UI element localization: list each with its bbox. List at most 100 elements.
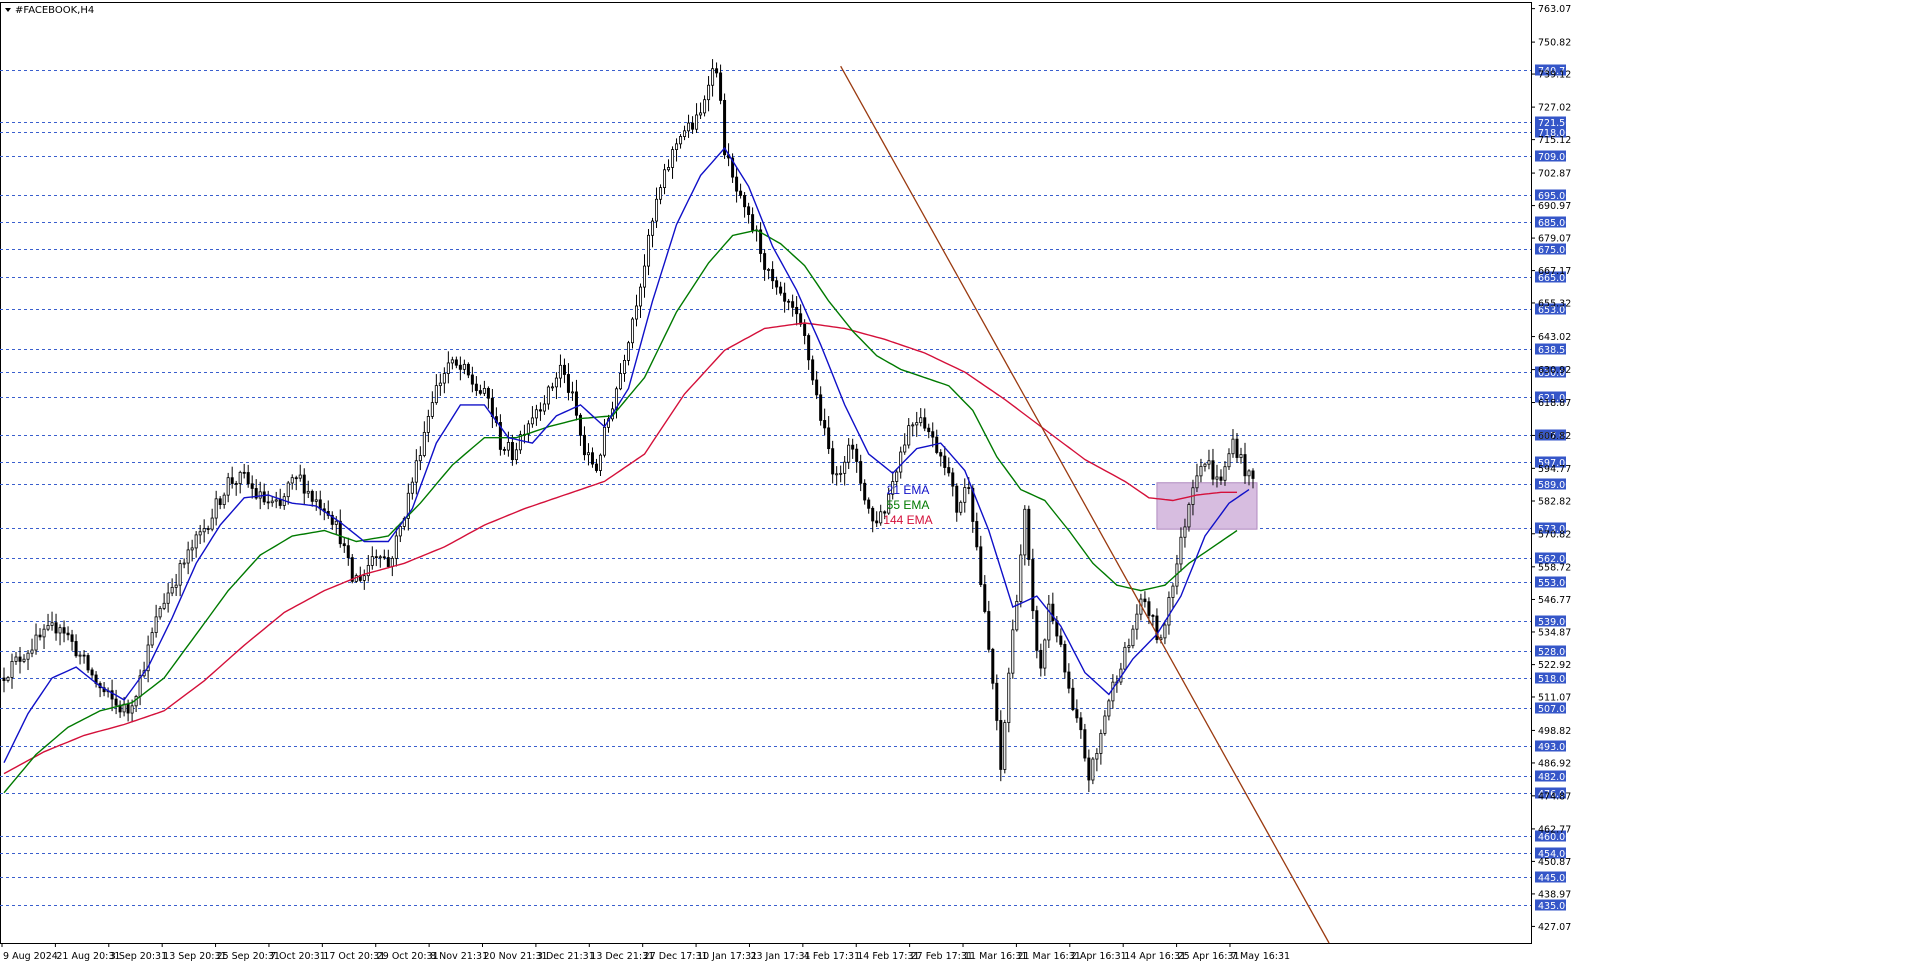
candle-body [470,374,474,385]
candle-body [931,431,935,438]
candle-body [815,379,819,396]
candle-body [1251,470,1255,479]
candle[interactable] [1003,719,1007,774]
plot-frame [0,2,1532,944]
candle-body [278,499,282,506]
candle-body [1075,709,1079,719]
level-label: 638.50 [1538,345,1571,356]
y-tick-label: 702.87 [1538,169,1571,180]
candle-body [1091,758,1095,781]
candle-body [306,490,310,494]
candle-body [198,531,202,536]
candle-body [823,420,827,429]
candle[interactable] [1187,502,1191,532]
candle-body [462,363,466,370]
candle-body [899,451,903,473]
candle-body [871,507,875,522]
candle-body [238,471,242,485]
candle-body [426,416,430,433]
candle-body [618,373,622,390]
candle-body [831,448,835,475]
level-label: 675.00 [1538,245,1571,256]
candle-body [639,286,643,307]
candle-body [246,472,250,485]
candle-body [222,494,226,505]
level-label: 685.00 [1538,218,1571,229]
candle-body [46,625,50,630]
candle-body [763,253,767,270]
candle-body [186,549,190,564]
x-tick-label: 8 Nov 21:31 [430,951,488,962]
candle[interactable] [1091,757,1095,785]
candle-body [1171,585,1175,598]
candle-body [626,342,631,361]
symbol-header: #FACEBOOK,H4 [5,5,94,16]
candle-body [230,477,234,484]
candle[interactable] [1027,505,1031,566]
candle-body [1135,613,1139,630]
level-label: 493.00 [1538,742,1571,753]
candle-body [558,364,562,379]
candle-body [386,557,390,567]
level-label: 445.00 [1538,873,1571,884]
candle-body [86,655,90,671]
candle-body [590,452,594,465]
candle-body [655,198,659,222]
candle-body [314,499,318,502]
candle-body [863,482,867,501]
candle[interactable] [1007,667,1011,733]
y-axis: 740.75721.50718.00709.00695.00685.00675.… [1531,4,1571,933]
candle[interactable] [1083,723,1087,762]
candle-body [1071,687,1075,711]
candle-body [1079,717,1083,731]
candle-body [178,563,182,586]
candle-body [879,511,883,524]
candle[interactable] [991,647,995,690]
candle-body [446,362,450,374]
candle-body [979,546,983,585]
candle-body [1183,526,1187,538]
candle-body [923,417,927,429]
candle-body [290,477,294,484]
candle[interactable] [86,653,90,673]
candle-body [394,535,398,559]
candle-body [791,301,795,308]
candle-body [915,422,919,426]
candle-body [951,472,955,487]
candle-body [622,360,626,374]
candle-body [867,499,871,509]
candle-body [214,498,218,519]
y-tick-label: 570.82 [1538,529,1571,540]
candle[interactable] [1031,548,1035,620]
candle-body [38,634,42,638]
y-tick-label: 546.77 [1538,595,1571,606]
candle-body [783,292,787,302]
candle-body [210,517,214,530]
candle-body [378,556,382,559]
y-tick-label: 750.82 [1538,38,1571,49]
candle-body [114,698,118,706]
candle-body [751,214,755,231]
candle[interactable] [1035,605,1039,659]
candle-body [1059,635,1063,645]
candle-body [1203,463,1207,467]
candle-body [1219,476,1223,481]
legend-entry: 55 EMA [887,498,930,512]
candle-body [438,382,442,387]
candle-body [1011,629,1015,674]
y-tick-label: 534.87 [1538,627,1571,638]
resistance-zone[interactable] [1156,482,1258,530]
candle-body [286,482,290,498]
candle-body [1131,628,1135,647]
candle-body [442,373,446,384]
candle-body [542,403,546,412]
candle-body [875,520,879,524]
candle-body [963,487,967,503]
candle-body [58,627,62,634]
candle-body [154,616,158,634]
level-label: 518.00 [1538,674,1571,685]
zone-layer [1156,482,1258,530]
candle-body [967,487,971,489]
candle-body [1095,753,1099,760]
candle-body [1243,454,1247,477]
